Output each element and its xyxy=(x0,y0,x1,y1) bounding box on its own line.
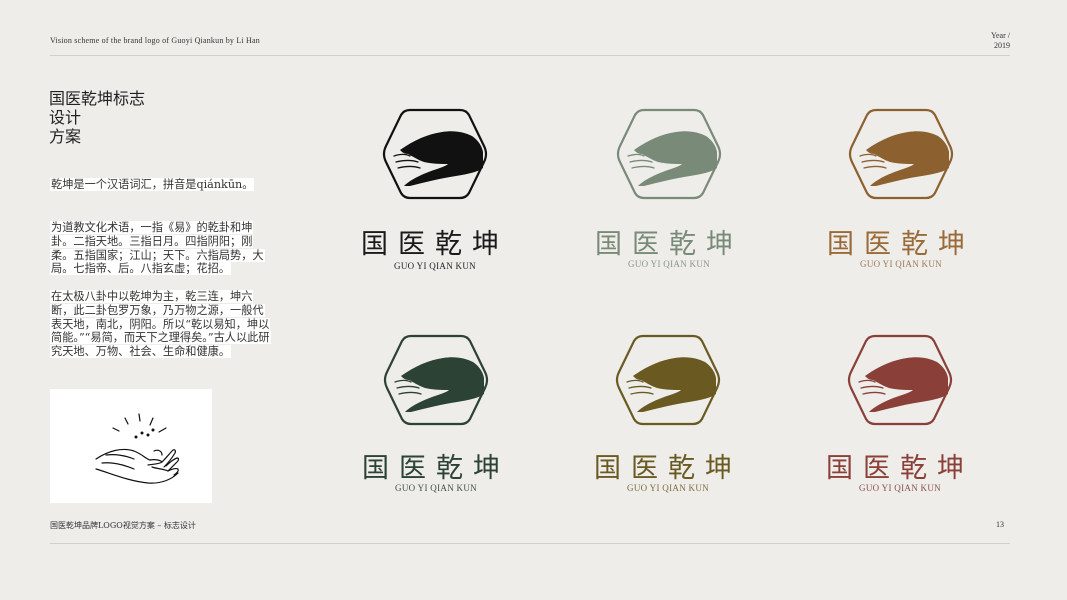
finger-line xyxy=(861,159,885,163)
hand-hexagon-icon xyxy=(847,334,953,426)
hand-hexagon-icon xyxy=(383,334,489,426)
finger-line xyxy=(397,165,421,169)
finger-line xyxy=(862,391,886,395)
header-year: Year / 2019 xyxy=(950,31,1010,51)
title-line-3: 方案 xyxy=(49,127,82,146)
finger-line xyxy=(860,385,884,389)
footer-rule xyxy=(50,543,1010,544)
logo-english-name: GUO YI QIAN KUN xyxy=(859,483,941,493)
logo-english-name: GUO YI QIAN KUN xyxy=(860,259,942,269)
logo-english-name: GUO YI QIAN KUN xyxy=(627,483,709,493)
logo-chinese-name: 国医乾坤 xyxy=(595,229,743,260)
page-number: 13 xyxy=(996,520,1004,529)
finger-line xyxy=(631,165,655,169)
logo-english-name: GUO YI QIAN KUN xyxy=(394,261,476,271)
logo-chinese-name: 国医乾坤 xyxy=(361,229,509,260)
logo-mark xyxy=(613,330,723,430)
title-line-2: 设计 xyxy=(49,108,82,127)
paragraph-1: 乾坤是一个汉语词汇，拼音是qiánkūn。 xyxy=(50,178,272,192)
finger-line xyxy=(395,159,419,163)
logo-variant-1: 国医乾坤 GUO YI QIAN KUN xyxy=(315,104,555,274)
hand-hexagon-icon xyxy=(616,108,722,200)
logo-variant-5: 国医乾坤 GUO YI QIAN KUN xyxy=(548,330,788,500)
hand-shape xyxy=(633,357,716,412)
page-title: 国医乾坤标志 设计 方案 xyxy=(49,89,145,146)
finger-line xyxy=(859,153,877,157)
finger-line xyxy=(630,391,654,395)
logo-mark xyxy=(846,104,956,204)
logo-english-name: GUO YI QIAN KUN xyxy=(628,259,710,269)
year-value: 2019 xyxy=(994,41,1010,50)
finger-line xyxy=(396,385,420,389)
hand-shape xyxy=(401,357,484,412)
hand-shape xyxy=(865,357,948,412)
paragraph-2: 为道教文化术语，一指《易》的乾卦和坤卦。二指天地。三指日月。四指阴阳；刚柔。五指… xyxy=(50,221,272,276)
finger-line xyxy=(627,153,645,157)
paragraph-3-text: 在太极八卦中以乾坤为主，乾三连，坤六断，此二卦包罗万象，乃万物之源，一般代表天地… xyxy=(50,290,271,359)
title-line-1: 国医乾坤标志 xyxy=(49,89,146,108)
logo-variant-4: 国医乾坤 GUO YI QIAN KUN xyxy=(316,330,556,500)
hand-sketch-image xyxy=(50,389,212,503)
logo-variant-6: 国医乾坤 GUO YI QIAN KUN xyxy=(780,330,1020,500)
finger-line xyxy=(863,165,887,169)
hand-hexagon-icon xyxy=(382,108,488,200)
paragraph-2-text: 为道教文化术语，一指《易》的乾卦和坤卦。二指天地。三指日月。四指阴阳；刚柔。五指… xyxy=(50,221,265,276)
logo-mark xyxy=(845,330,955,430)
logo-chinese-name: 国医乾坤 xyxy=(362,453,510,484)
hand-shape xyxy=(866,131,949,186)
logo-variant-2: 国医乾坤 GUO YI QIAN KUN xyxy=(549,104,789,274)
hand-hexagon-icon xyxy=(848,108,954,200)
logo-chinese-name: 国医乾坤 xyxy=(594,453,742,484)
logo-mark xyxy=(380,104,490,204)
finger-line xyxy=(398,391,422,395)
finger-line xyxy=(393,153,411,157)
finger-line xyxy=(628,385,652,389)
paragraph-1-text: 乾坤是一个汉语词汇，拼音是qiánkūn。 xyxy=(50,178,255,191)
logo-variant-3: 国医乾坤 GUO YI QIAN KUN xyxy=(781,104,1021,274)
hand-shape xyxy=(634,131,717,186)
hand-hexagon-icon xyxy=(615,334,721,426)
logo-chinese-name: 国医乾坤 xyxy=(826,453,974,484)
header-caption: Vision scheme of the brand logo of Guoyi… xyxy=(50,36,260,45)
logo-english-name: GUO YI QIAN KUN xyxy=(395,483,477,493)
logo-chinese-name: 国医乾坤 xyxy=(827,229,975,260)
footer-caption: 国医乾坤品牌LOGO视觉方案 – 标志设计 xyxy=(50,521,196,530)
finger-line xyxy=(626,379,644,383)
logo-mark xyxy=(381,330,491,430)
finger-line xyxy=(629,159,653,163)
hand-shape xyxy=(400,131,483,186)
year-label: Year / xyxy=(991,31,1010,40)
finger-line xyxy=(858,379,876,383)
header-rule xyxy=(50,55,1010,56)
paragraph-3: 在太极八卦中以乾坤为主，乾三连，坤六断，此二卦包罗万象，乃万物之源，一般代表天地… xyxy=(50,290,272,359)
logo-mark xyxy=(614,104,724,204)
finger-line xyxy=(394,379,412,383)
